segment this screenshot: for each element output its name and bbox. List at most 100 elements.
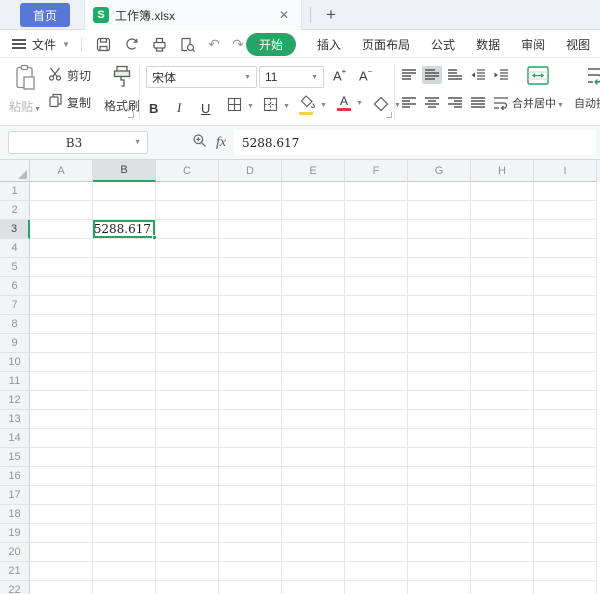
name-box[interactable]: B3 ▼ [8,131,148,154]
select-all-corner[interactable] [0,160,30,182]
column-header-H[interactable]: H [471,160,534,182]
cell-E5[interactable] [282,258,345,277]
cell-A10[interactable] [30,353,93,372]
cell-C14[interactable] [156,429,219,448]
cell-E19[interactable] [282,524,345,543]
cell-G19[interactable] [408,524,471,543]
cell-C15[interactable] [156,448,219,467]
cell-B21[interactable] [93,562,156,581]
cell-E16[interactable] [282,467,345,486]
font-group-expander[interactable] [386,112,392,118]
cell-G10[interactable] [408,353,471,372]
cell-C17[interactable] [156,486,219,505]
cell-A2[interactable] [30,201,93,220]
underline-button[interactable]: U [201,96,210,116]
cell-C8[interactable] [156,315,219,334]
cell-B20[interactable] [93,543,156,562]
cell-E1[interactable] [282,182,345,201]
cell-D20[interactable] [219,543,282,562]
cell-A12[interactable] [30,391,93,410]
cell-E4[interactable] [282,239,345,258]
cell-C9[interactable] [156,334,219,353]
cell-C18[interactable] [156,505,219,524]
cell-A3[interactable] [30,220,93,239]
column-header-D[interactable]: D [219,160,282,182]
align-top-button[interactable] [399,66,419,84]
font-color-button[interactable]: A ▼ [337,95,363,111]
search-icon[interactable] [192,133,207,153]
cell-B4[interactable] [93,239,156,258]
bold-button[interactable]: B [149,96,158,116]
cell-A1[interactable] [30,182,93,201]
cell-I12[interactable] [534,391,597,410]
save-icon[interactable] [93,33,115,55]
cell-D2[interactable] [219,201,282,220]
cell-D5[interactable] [219,258,282,277]
row-header-9[interactable]: 9 [0,334,30,353]
cell-D22[interactable] [219,581,282,594]
column-header-E[interactable]: E [282,160,345,182]
cell-F22[interactable] [345,581,408,594]
cell-A21[interactable] [30,562,93,581]
cell-F21[interactable] [345,562,408,581]
cell-I3[interactable] [534,220,597,239]
italic-button[interactable]: I [177,96,181,116]
menu-tab-1[interactable]: 开始 [246,32,297,56]
cell-H14[interactable] [471,429,534,448]
cell-G3[interactable] [408,220,471,239]
menu-tab-5[interactable]: 数据 [476,36,500,53]
cell-H19[interactable] [471,524,534,543]
row-header-16[interactable]: 16 [0,467,30,486]
cell-C20[interactable] [156,543,219,562]
row-header-7[interactable]: 7 [0,296,30,315]
row-header-21[interactable]: 21 [0,562,30,581]
cell-D21[interactable] [219,562,282,581]
fill-color-button[interactable]: ▼ [299,95,327,115]
cell-G12[interactable] [408,391,471,410]
close-tab-icon[interactable]: ✕ [275,6,293,24]
cell-I13[interactable] [534,410,597,429]
cell-D8[interactable] [219,315,282,334]
cell-G14[interactable] [408,429,471,448]
cell-B3[interactable]: 5288.617 [93,220,157,240]
undo-icon[interactable]: ↶ [205,36,223,53]
cell-C12[interactable] [156,391,219,410]
cell-A9[interactable] [30,334,93,353]
row-header-3[interactable]: 3 [0,220,30,239]
cell-G22[interactable] [408,581,471,594]
redo-icon[interactable]: ↷ [229,36,247,53]
format-painter-button[interactable]: 格式刷 [100,63,144,114]
hamburger-menu-icon[interactable] [12,37,26,51]
cell-A15[interactable] [30,448,93,467]
menu-tab-3[interactable]: 页面布局 [362,36,410,53]
cell-B11[interactable] [93,372,156,391]
cell-G4[interactable] [408,239,471,258]
cell-C11[interactable] [156,372,219,391]
cell-I5[interactable] [534,258,597,277]
cell-B6[interactable] [93,277,156,296]
cell-E7[interactable] [282,296,345,315]
cell-F5[interactable] [345,258,408,277]
cell-I14[interactable] [534,429,597,448]
cell-E12[interactable] [282,391,345,410]
cell-D10[interactable] [219,353,282,372]
cell-C10[interactable] [156,353,219,372]
cell-I20[interactable] [534,543,597,562]
cell-E11[interactable] [282,372,345,391]
cell-A13[interactable] [30,410,93,429]
cell-H17[interactable] [471,486,534,505]
cell-F18[interactable] [345,505,408,524]
cell-D17[interactable] [219,486,282,505]
menu-tab-4[interactable]: 公式 [431,36,455,53]
cell-G21[interactable] [408,562,471,581]
row-header-4[interactable]: 4 [0,239,30,258]
cell-B15[interactable] [93,448,156,467]
cell-H3[interactable] [471,220,534,239]
cell-I19[interactable] [534,524,597,543]
cell-E8[interactable] [282,315,345,334]
copy-button[interactable]: 复制 [48,93,91,111]
cell-H9[interactable] [471,334,534,353]
cell-F17[interactable] [345,486,408,505]
row-header-22[interactable]: 22 [0,581,30,594]
file-menu[interactable]: 文件 [32,36,56,53]
